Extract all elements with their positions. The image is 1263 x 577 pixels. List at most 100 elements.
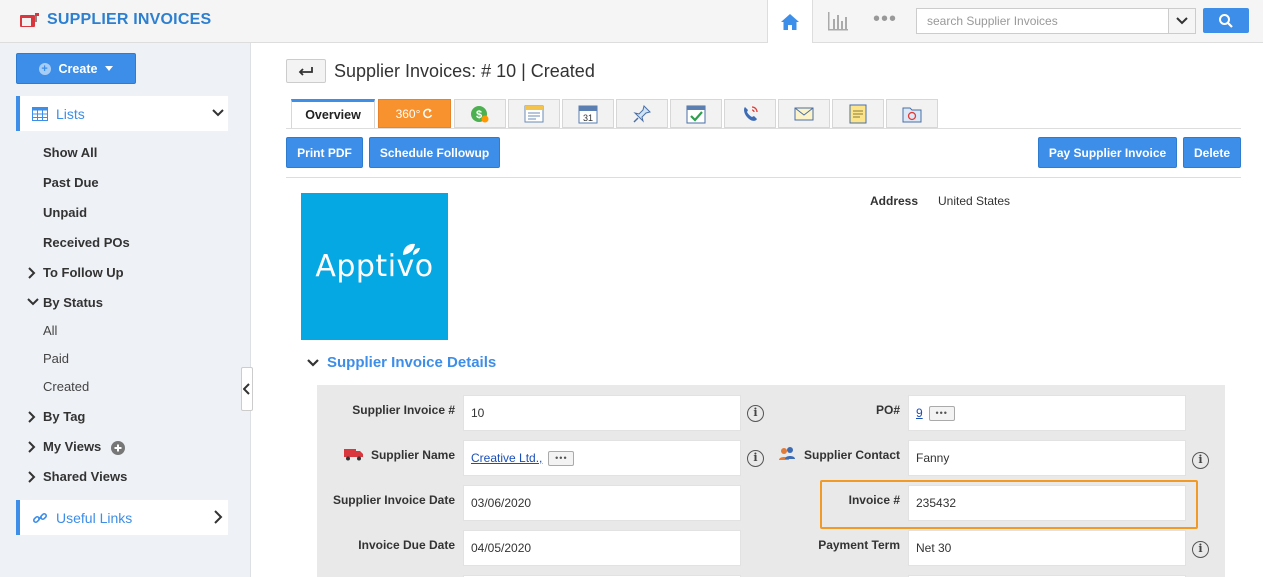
list-table-icon xyxy=(32,106,48,121)
chevron-right-icon xyxy=(28,471,36,483)
plus-circle-icon: + xyxy=(38,62,51,75)
sidebar-item-unpaid[interactable]: Unpaid xyxy=(43,205,87,220)
po-label: PO# xyxy=(875,403,900,417)
sidebar-item-received-pos[interactable]: Received POs xyxy=(43,235,130,250)
leaf-icon xyxy=(403,243,420,255)
svg-text:31: 31 xyxy=(583,113,593,123)
sidebar-item-status-paid[interactable]: Paid xyxy=(43,351,69,366)
details-title: Supplier Invoice Details xyxy=(327,354,497,371)
details-section-header[interactable]: Supplier Invoice Details xyxy=(307,354,496,371)
supplier-contact-label: Supplier Contact xyxy=(803,448,900,462)
email-icon xyxy=(794,107,814,120)
tab-pin[interactable] xyxy=(616,99,668,128)
phone-icon xyxy=(744,105,758,121)
task-check-icon xyxy=(686,105,706,123)
info-icon[interactable]: i xyxy=(1192,541,1209,558)
add-view-icon[interactable] xyxy=(111,441,125,455)
sidebar-item-by-status[interactable]: By Status xyxy=(43,295,103,310)
tab-sticky-notes[interactable] xyxy=(832,99,884,128)
contacts-icon xyxy=(779,447,795,460)
supplier-name-field: Creative Ltd., ••• xyxy=(463,440,741,476)
sidebar-item-by-tag[interactable]: By Tag xyxy=(43,409,85,424)
supplier-invoice-no-value: 10 xyxy=(471,406,485,420)
tab-documents[interactable] xyxy=(886,99,938,128)
attachment-folder-icon xyxy=(902,107,922,122)
chevron-right-icon xyxy=(28,411,36,423)
info-icon[interactable]: i xyxy=(1192,452,1209,469)
tab-calendar[interactable]: 31 xyxy=(562,99,614,128)
search-button[interactable] xyxy=(1203,8,1249,33)
chevron-right-icon xyxy=(214,510,223,524)
sidebar-item-shared-views[interactable]: Shared Views xyxy=(43,469,127,484)
sidebar-item-status-created[interactable]: Created xyxy=(43,379,89,394)
tab-emails[interactable] xyxy=(778,99,830,128)
tab-tasks[interactable] xyxy=(670,99,722,128)
create-label: Create xyxy=(58,61,98,76)
tab-overview[interactable]: Overview xyxy=(291,99,375,128)
search-dropdown-button[interactable] xyxy=(1168,9,1195,33)
tab-payments[interactable]: $ xyxy=(454,99,506,128)
chevron-right-icon xyxy=(28,267,36,279)
delete-button[interactable]: Delete xyxy=(1183,137,1241,168)
due-date-label: Invoice Due Date xyxy=(358,538,455,552)
svg-text:$: $ xyxy=(476,109,482,121)
notes-icon xyxy=(524,105,544,122)
company-logo: Apptivo xyxy=(301,193,448,340)
pay-supplier-invoice-button[interactable]: Pay Supplier Invoice xyxy=(1038,137,1177,168)
bar-chart-icon xyxy=(828,12,848,31)
supplier-invoice-no-field[interactable]: 10 xyxy=(463,395,741,431)
due-date-value: 04/05/2020 xyxy=(471,541,532,555)
dashboard-button[interactable] xyxy=(824,8,852,34)
chevron-left-icon xyxy=(243,383,250,395)
useful-links-section-header[interactable]: Useful Links xyxy=(16,500,228,535)
sticky-note-icon xyxy=(849,104,867,123)
payment-term-field[interactable]: Net 30 xyxy=(908,530,1186,566)
due-date-field[interactable]: 04/05/2020 xyxy=(463,530,741,566)
tab-calls[interactable] xyxy=(724,99,776,128)
back-arrow-icon xyxy=(298,67,313,76)
lists-section-header[interactable]: Lists xyxy=(16,96,228,131)
tab-notes[interactable] xyxy=(508,99,560,128)
schedule-followup-button[interactable]: Schedule Followup xyxy=(369,137,500,168)
create-button[interactable]: + Create xyxy=(16,53,136,84)
po-field: 9 ••• xyxy=(908,395,1186,431)
top-bar: SUPPLIER INVOICES ••• xyxy=(0,0,1263,43)
tab-360[interactable]: 360° xyxy=(378,99,451,128)
home-icon xyxy=(781,13,799,30)
home-button[interactable] xyxy=(767,0,813,43)
sidebar-item-show-all[interactable]: Show All xyxy=(43,145,97,160)
app-title[interactable]: SUPPLIER INVOICES xyxy=(47,11,211,29)
dollar-icon: $ xyxy=(471,105,489,122)
supplier-name-link[interactable]: Creative Ltd., xyxy=(471,451,542,465)
supplier-invoice-no-label: Supplier Invoice # xyxy=(352,403,455,417)
invoice-date-field[interactable]: 03/06/2020 xyxy=(463,485,741,521)
payment-term-value: Net 30 xyxy=(916,541,952,555)
link-icon xyxy=(32,512,48,523)
invoice-date-label: Supplier Invoice Date xyxy=(332,493,455,507)
back-button[interactable] xyxy=(286,59,326,83)
calendar-icon: 31 xyxy=(578,105,598,123)
sidebar: + Create Lists Show All Past Due Unpaid … xyxy=(0,43,251,577)
invoice-date-value: 03/06/2020 xyxy=(471,496,532,510)
address-value: United States xyxy=(938,194,1011,208)
sidebar-item-status-all[interactable]: All xyxy=(43,323,57,338)
more-options-button[interactable]: ••• xyxy=(870,9,900,32)
supplier-name-more-button[interactable]: ••• xyxy=(548,450,575,466)
page-title: Supplier Invoices: # 10 | Created xyxy=(334,61,595,81)
sidebar-item-past-due[interactable]: Past Due xyxy=(43,175,99,190)
search-input[interactable] xyxy=(917,9,1169,33)
sidebar-item-my-views[interactable]: My Views xyxy=(43,439,101,454)
actions-divider xyxy=(286,177,1241,178)
supplier-name-label: Supplier Name xyxy=(370,448,455,462)
invoice-no-highlight xyxy=(820,480,1198,529)
pin-icon xyxy=(633,104,651,123)
sidebar-collapse-toggle[interactable] xyxy=(241,367,253,411)
search-box xyxy=(916,8,1196,34)
info-icon[interactable]: i xyxy=(747,450,764,467)
chevron-down-icon xyxy=(1176,17,1188,25)
sidebar-item-to-follow-up[interactable]: To Follow Up xyxy=(43,265,124,280)
po-more-button[interactable]: ••• xyxy=(928,405,955,421)
supplier-contact-field[interactable]: Fanny xyxy=(908,440,1186,476)
po-link[interactable]: 9 xyxy=(916,406,923,420)
print-pdf-button[interactable]: Print PDF xyxy=(286,137,363,168)
